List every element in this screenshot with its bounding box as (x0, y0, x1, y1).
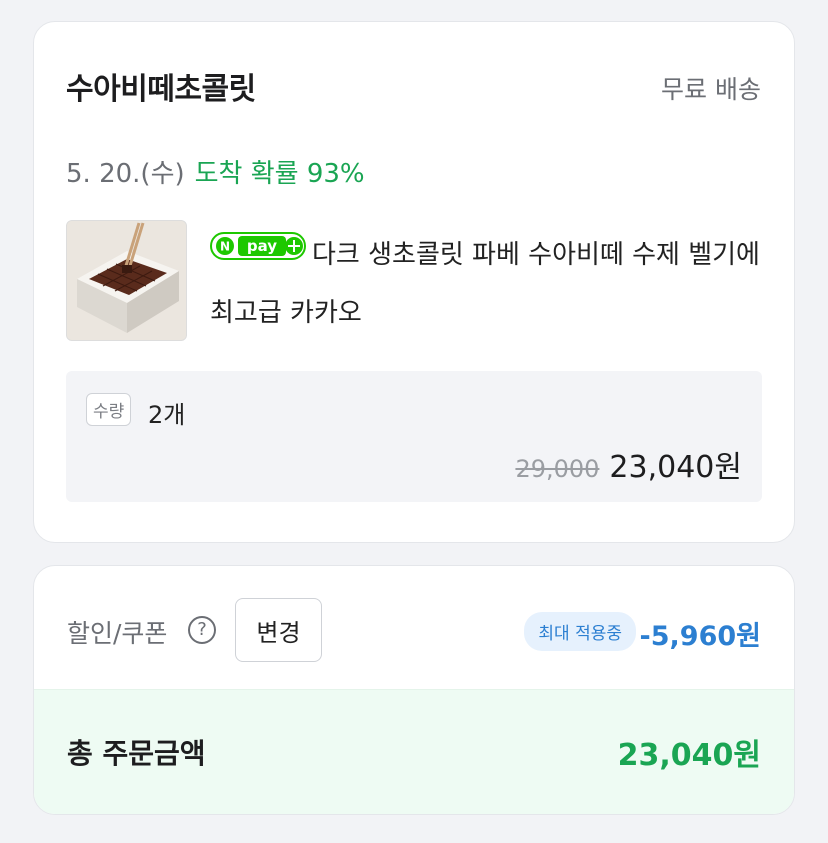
original-price: 29,000 (515, 455, 600, 483)
discount-card: 할인/쿠폰 ? 변경 최대 적용중 -5,960원 총 주문금액 23,040원 (33, 565, 795, 815)
total-amount: 23,040원 (617, 738, 761, 773)
npay-text: pay (247, 237, 277, 255)
delivery-estimate: 5. 20.(수) 도착 확률 93% (66, 153, 365, 190)
product-image[interactable] (66, 220, 187, 341)
change-button[interactable]: 변경 (235, 598, 322, 662)
quantity-tag: 수량 (86, 393, 132, 426)
max-applied-badge: 최대 적용중 (524, 612, 636, 651)
delivery-date: 5. 20.(수) (66, 159, 185, 189)
sale-price: 23,040원 (609, 450, 742, 485)
shop-name[interactable]: 수아비떼초콜릿 (66, 64, 256, 108)
total-label: 총 주문금액 (67, 737, 206, 770)
total-section: 총 주문금액 23,040원 (34, 689, 794, 814)
quantity-price-box: 수량 2개 29,000 23,040원 (66, 371, 762, 502)
shipping-info: 무료 배송 (661, 75, 761, 104)
discount-amount: -5,960원 (639, 621, 761, 652)
svg-text:N: N (220, 240, 230, 254)
help-icon[interactable]: ? (188, 616, 216, 644)
npay-plus-icon: N pay (210, 232, 306, 260)
price-row: 29,000 23,040원 (515, 442, 742, 486)
arrival-probability: 도착 확률 93% (194, 159, 365, 189)
product-title[interactable]: N pay 다크 생초콜릿 파베 수아비떼 수제 벨기에 최고급 카카오 (210, 226, 770, 342)
order-card: 수아비떼초콜릿 무료 배송 5. 20.(수) 도착 확률 93% N pay … (33, 21, 795, 543)
quantity-value: 2개 (148, 401, 186, 429)
discount-coupon-label: 할인/쿠폰 (67, 619, 168, 648)
